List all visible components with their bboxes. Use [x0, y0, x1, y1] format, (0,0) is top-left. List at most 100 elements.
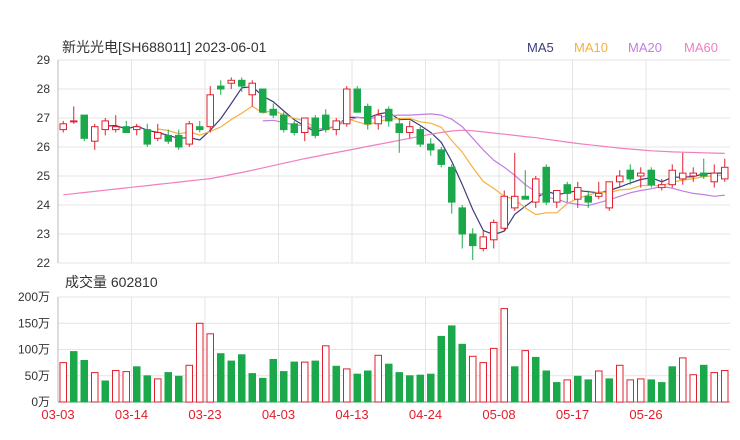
candle: [605, 181, 613, 211]
candle-body: [563, 184, 571, 194]
candle-body: [626, 169, 634, 180]
candle-body: [332, 120, 340, 131]
volume-bar: [112, 370, 120, 403]
volume-bar: [584, 379, 592, 403]
volume-bar: [458, 343, 466, 403]
candle: [395, 118, 403, 153]
candle-body: [301, 117, 309, 133]
volume-bar: [532, 356, 540, 403]
candle-body: [710, 172, 718, 183]
candle-body: [458, 207, 466, 235]
volume-bar: [332, 365, 340, 403]
volume-bar: [542, 370, 550, 403]
candle-body: [175, 134, 183, 148]
candle-body: [595, 192, 603, 197]
stock-chart-panel: 新光光电[SH688011] 2023-06-01 MA5 MA10 MA20 …: [0, 0, 740, 440]
candle-body: [553, 190, 561, 203]
price-tick-label: 26: [37, 140, 51, 154]
candle: [311, 115, 319, 139]
date-x-axis: 03-03 03-14 03-23 04-03 04-13 04-24 05-08 05-17…: [41, 407, 662, 422]
candle-body: [479, 236, 487, 249]
candle: [616, 170, 624, 188]
volume-bars: [59, 308, 729, 403]
candle-body: [532, 178, 540, 203]
volume-bar: [427, 373, 435, 403]
candle-body: [259, 88, 267, 113]
candle: [290, 120, 298, 136]
candle-body: [385, 108, 393, 122]
candle: [721, 158, 729, 182]
candle: [647, 167, 655, 188]
candle: [689, 167, 697, 182]
date-tick-label: 03-23: [188, 407, 221, 422]
candle-body: [469, 233, 477, 247]
volume-bar: [721, 370, 729, 403]
candle: [542, 164, 550, 205]
candlestick-series: [59, 77, 729, 261]
legend-ma20: MA20: [628, 40, 662, 55]
volume-bar: [700, 364, 708, 403]
candle: [80, 114, 88, 142]
candle-body: [542, 166, 550, 203]
candle: [469, 228, 477, 261]
candle-body: [374, 114, 382, 125]
candle-body: [637, 172, 645, 177]
candle-body: [700, 172, 708, 177]
volume-bar: [217, 353, 225, 403]
price-tick-label: 24: [37, 198, 51, 212]
volume-bar: [469, 355, 477, 403]
volume-bar: [416, 374, 424, 403]
candle: [521, 170, 529, 200]
candle-body: [290, 123, 298, 134]
candle-body: [133, 126, 141, 131]
volume-bar: [668, 366, 676, 403]
candle-body: [59, 123, 67, 131]
candle-body: [668, 169, 676, 186]
candle: [710, 164, 718, 188]
volume-bar: [647, 379, 655, 403]
candle-body: [437, 149, 445, 165]
volume-bar: [490, 347, 498, 403]
volume-bar: [206, 333, 214, 403]
volume-bar: [658, 382, 666, 403]
candle-body: [584, 195, 592, 203]
price-tick-label: 25: [37, 169, 51, 183]
date-tick-label: 03-03: [41, 407, 74, 422]
volume-bar: [143, 375, 151, 403]
candle: [448, 164, 456, 214]
candle: [427, 138, 435, 156]
candle-body: [269, 108, 277, 116]
volume-bar: [227, 360, 235, 403]
candle: [238, 77, 246, 92]
volume-bar: [259, 377, 267, 403]
candle-body: [658, 184, 666, 189]
candle-body: [238, 79, 246, 87]
candle-body: [70, 120, 78, 123]
price-tick-label: 23: [37, 227, 51, 241]
volume-bar: [563, 379, 571, 403]
candle-body: [364, 105, 372, 125]
candle: [343, 86, 351, 127]
candle: [458, 205, 466, 249]
volume-bar: [364, 370, 372, 403]
moving-average-lines: [63, 86, 725, 236]
candle-body: [500, 195, 508, 229]
price-grid: [57, 59, 730, 264]
volume-bar: [101, 380, 109, 403]
candle-body: [689, 172, 697, 177]
candle: [154, 123, 162, 142]
volume-bar: [406, 375, 414, 403]
volume-bar: [238, 354, 246, 403]
candle-body: [616, 175, 624, 183]
volume-bar: [616, 364, 624, 403]
volume-bar: [80, 360, 88, 403]
volume-bar: [353, 373, 361, 403]
candle-body: [521, 195, 529, 200]
date-tick-label: 05-08: [482, 407, 515, 422]
candle: [595, 181, 603, 200]
volume-bar: [637, 378, 645, 403]
candle: [332, 118, 340, 136]
candle-body: [490, 221, 498, 241]
date-tick-label: 04-13: [335, 407, 368, 422]
candle: [637, 167, 645, 188]
